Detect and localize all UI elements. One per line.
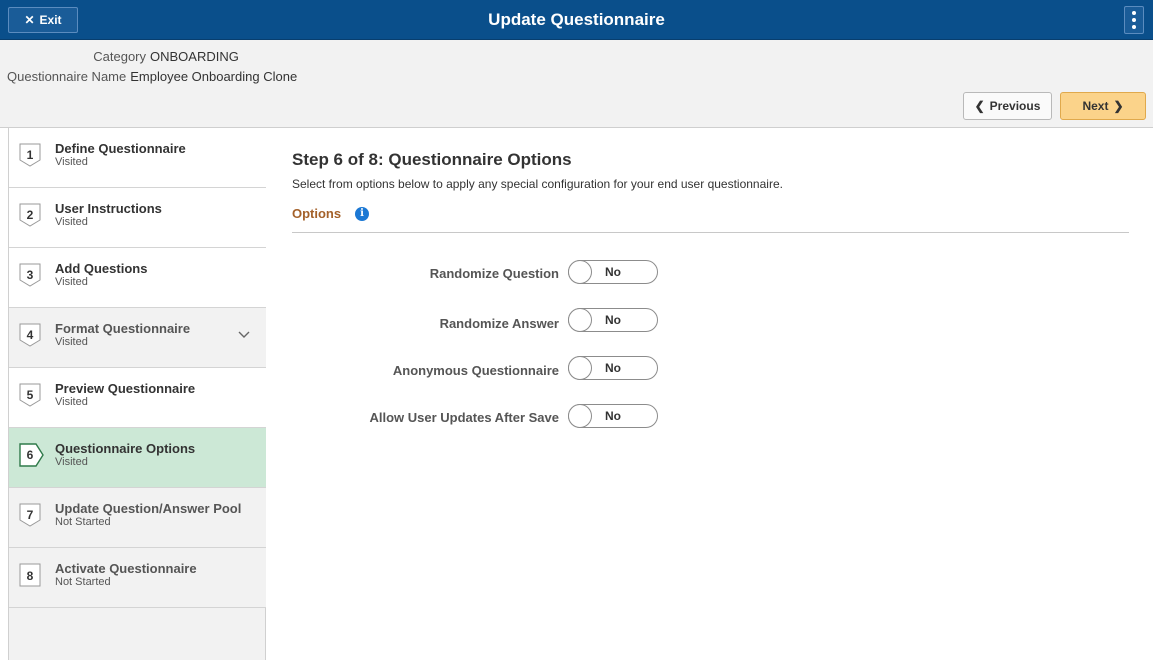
step-questionnaire-options[interactable]: 6 Questionnaire Options Visited [9, 428, 266, 488]
main-content: Step 6 of 8: Questionnaire Options Selec… [267, 128, 1153, 660]
step-title: Activate Questionnaire [55, 561, 197, 576]
randomize-answer-label: Randomize Answer [439, 316, 559, 331]
chevron-right-icon: ❯ [1113, 99, 1124, 113]
step-update-question-answer-pool[interactable]: 7 Update Question/Answer Pool Not Starte… [9, 488, 266, 548]
step-activate-questionnaire[interactable]: 8 Activate Questionnaire Not Started [9, 548, 266, 608]
step-define-questionnaire[interactable]: 1 Define Questionnaire Visited [9, 128, 266, 188]
step-number-badge-current: 6 [19, 443, 45, 467]
randomize-answer-toggle[interactable]: No [568, 308, 658, 332]
step-description: Select from options below to apply any s… [292, 177, 783, 191]
category-value: ONBOARDING [150, 49, 239, 64]
info-icon[interactable]: i [355, 207, 369, 221]
step-title: Questionnaire Options [55, 441, 196, 456]
chevron-down-icon[interactable] [238, 328, 250, 342]
toggle-knob [568, 404, 592, 428]
toggle-value: No [605, 409, 621, 423]
step-number-badge: 8 [19, 563, 45, 587]
step-title: Update Question/Answer Pool [55, 501, 242, 516]
step-heading: Step 6 of 8: Questionnaire Options [292, 150, 572, 169]
top-bar: ✕ Exit Update Questionnaire [0, 0, 1153, 40]
step-title: Define Questionnaire [55, 141, 186, 156]
step-status: Visited [55, 456, 88, 468]
step-status: Visited [55, 336, 88, 348]
toggle-value: No [605, 361, 621, 375]
step-status: Not Started [55, 516, 111, 528]
close-icon: ✕ [24, 13, 35, 27]
chevron-left-icon: ❮ [974, 99, 985, 113]
category-label: Category [93, 49, 146, 64]
questionnaire-info-bar: Category ONBOARDING Questionnaire Name Emp… [0, 40, 1153, 128]
step-status: Visited [55, 276, 88, 288]
page-title: Update Questionnaire [488, 10, 665, 29]
previous-label: Previous [989, 99, 1041, 113]
section-divider [292, 232, 1129, 233]
category-row: Category ONBOARDING [0, 49, 239, 64]
step-format-questionnaire[interactable]: 4 Format Questionnaire Visited [9, 308, 266, 368]
step-preview-questionnaire[interactable]: 5 Preview Questionnaire Visited [9, 368, 266, 428]
allow-user-updates-label: Allow User Updates After Save [369, 410, 559, 425]
step-user-instructions[interactable]: 2 User Instructions Visited [9, 188, 266, 248]
toggle-value: No [605, 313, 621, 327]
questionnaire-name-value: Employee Onboarding Clone [130, 69, 298, 84]
step-status: Visited [55, 396, 88, 408]
toggle-knob [568, 308, 592, 332]
questionnaire-name-label: Questionnaire Name [7, 69, 127, 84]
exit-label: Exit [39, 13, 62, 27]
step-status: Visited [55, 216, 88, 228]
step-number-badge: 2 [19, 203, 45, 227]
allow-user-updates-toggle[interactable]: No [568, 404, 658, 428]
questionnaire-name-row: Questionnaire Name Employee Onboarding Cl… [7, 69, 297, 84]
step-number-badge: 1 [19, 143, 45, 167]
step-number-badge: 5 [19, 383, 45, 407]
step-title: Format Questionnaire [55, 321, 191, 336]
step-number-badge: 3 [19, 263, 45, 287]
exit-button[interactable]: ✕ Exit [8, 7, 78, 33]
toggle-knob [568, 356, 592, 380]
randomize-question-toggle[interactable]: No [568, 260, 658, 284]
randomize-question-label: Randomize Question [429, 266, 559, 281]
next-button[interactable]: Next ❯ [1060, 92, 1146, 120]
options-section-header: Options [292, 206, 342, 221]
step-number-badge: 7 [19, 503, 45, 527]
step-title: Add Questions [55, 261, 148, 276]
anonymous-questionnaire-toggle[interactable]: No [568, 356, 658, 380]
step-status: Visited [55, 156, 88, 168]
kebab-menu-icon[interactable] [1124, 6, 1144, 34]
step-title: User Instructions [55, 201, 162, 216]
step-status: Not Started [55, 576, 111, 588]
step-title: Preview Questionnaire [55, 381, 196, 396]
previous-button[interactable]: ❮ Previous [963, 92, 1052, 120]
toggle-knob [568, 260, 592, 284]
step-number-badge: 4 [19, 323, 45, 347]
next-label: Next [1082, 99, 1109, 113]
toggle-value: No [605, 265, 621, 279]
step-navigation: 1 Define Questionnaire Visited 2 User In… [8, 128, 266, 660]
step-add-questions[interactable]: 3 Add Questions Visited [9, 248, 266, 308]
anonymous-questionnaire-label: Anonymous Questionnaire [392, 363, 559, 378]
